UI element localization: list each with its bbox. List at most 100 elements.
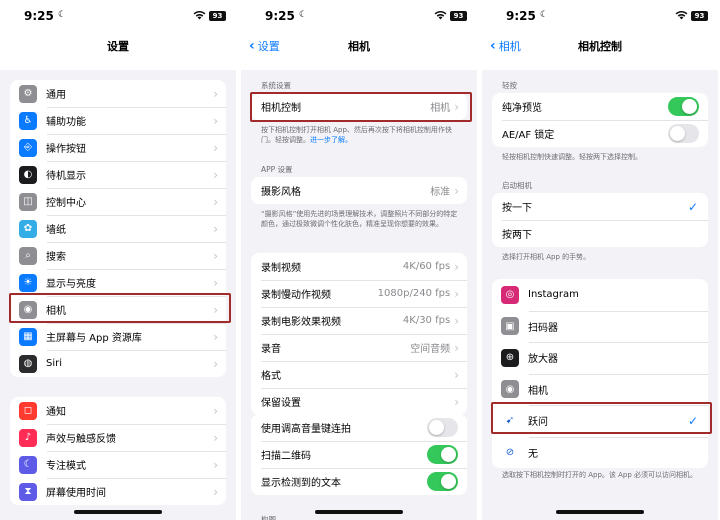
row-label: 按两下 (502, 230, 532, 241)
highlight-box-yuewen (491, 402, 712, 434)
accessibility-icon: ♿ (19, 111, 37, 130)
app-option-instagram[interactable]: ◎ Instagram (492, 279, 708, 311)
photo-style-footer: “摄影风格”使用先进的场景理解技术，调整照片不同部分的特定颜色，通过极致微调个性… (261, 210, 458, 228)
screen-time-icon: ⧗ (19, 482, 37, 501)
home-indicator (315, 510, 403, 514)
chevron-right-icon: › (213, 140, 218, 155)
tap-footer: 轻按相机控制快速调整。轻按两下选择控制。 (502, 153, 642, 161)
toggle-row: 使用调高音量键连拍 (251, 414, 467, 441)
chevron-right-icon: › (454, 394, 459, 409)
chevron-right-icon: › (213, 430, 218, 445)
section-header-system: 系统设置 (261, 81, 291, 90)
row-label: 声效与触感反馈 (46, 434, 116, 445)
wifi-icon (675, 10, 688, 20)
row-label: 控制中心 (46, 198, 86, 209)
magnifier-icon: ⊕ (501, 348, 519, 367)
row-label: 辅助功能 (46, 117, 86, 128)
settings-item-accessibility[interactable]: ♿ 辅助功能 › (10, 107, 226, 134)
chevron-right-icon: › (213, 221, 218, 236)
section-header-composition: 构图 (261, 515, 276, 520)
page-title: 设置 (107, 40, 129, 53)
chevron-right-icon: › (213, 248, 218, 263)
toggle-switch[interactable] (668, 97, 699, 116)
chevron-right-icon: › (213, 167, 218, 182)
footer-text: 按下相机控制打开相机 App、然后再次按下将相机控制用作快门。轻按调整。 (261, 126, 452, 144)
settings-item-gear[interactable]: ⚙ 通用 › (10, 80, 226, 107)
settings-item-control-center[interactable]: ◫ 控制中心 › (10, 188, 226, 215)
instagram-icon: ◎ (501, 285, 519, 304)
settings-item-siri[interactable]: ◍ Siri › (10, 350, 226, 377)
chevron-right-icon: › (454, 367, 459, 382)
camera-setting-row[interactable]: 录制视频 4K/60 fps › (251, 253, 467, 280)
row-label: 专注模式 (46, 461, 86, 472)
settings-item-wallpaper[interactable]: ✿ 墙纸 › (10, 215, 226, 242)
camera-setting-row[interactable]: 录制电影效果视频 4K/30 fps › (251, 307, 467, 334)
row-label: 屏幕使用时间 (46, 488, 106, 499)
focus-moon-icon: ☾ (19, 455, 37, 474)
row-label: 保留设置 (261, 398, 301, 409)
settings-item-brightness[interactable]: ☀ 显示与亮度 › (10, 269, 226, 296)
camera-control-footer: 按下相机控制打开相机 App、然后再次按下将相机控制用作快门。轻按调整。进一步了… (261, 125, 463, 145)
toggle-knob (429, 420, 444, 435)
sound-icon: ♪ (19, 428, 37, 447)
camera-setting-row[interactable]: 录音 空间音频 › (251, 334, 467, 361)
app-option-magnifier[interactable]: ⊕ 放大器 (492, 342, 708, 374)
learn-more-link[interactable]: 进一步了解。 (310, 136, 352, 144)
section-header-launch: 启动相机 (502, 181, 532, 190)
row-label: 摄影风格 (261, 187, 301, 198)
row-value: 4K/60 fps (402, 261, 451, 272)
settings-item-action-button[interactable]: ⎆ 操作按钮 › (10, 134, 226, 161)
status-time: 9:25 (24, 9, 54, 23)
chevron-right-icon: › (213, 403, 218, 418)
chevron-right-icon: › (213, 356, 218, 371)
tap-options-group: 纯净预览 AE/AF 锁定 (492, 93, 708, 147)
toggle-switch[interactable] (668, 124, 699, 143)
chevron-right-icon: › (213, 484, 218, 499)
row-label: 格式 (261, 371, 281, 382)
camera-setting-row[interactable]: 录制慢动作视频 1080p/240 fps › (251, 280, 467, 307)
row-label: 使用调高音量键连拍 (261, 424, 351, 435)
row-value: 空间音频 (410, 344, 451, 355)
app-option-qr-scanner[interactable]: ▣ 扫码器 (492, 310, 708, 343)
settings-item-notification[interactable]: ◻ 通知 › (10, 397, 226, 424)
toggle-switch[interactable] (427, 472, 458, 491)
settings-item-search[interactable]: ⌕ 搜索 › (10, 242, 226, 269)
toggle-switch[interactable] (427, 445, 458, 464)
focus-moon-icon: ☾ (299, 10, 308, 20)
settings-item-sound[interactable]: ♪ 声效与触感反馈 › (10, 424, 226, 451)
battery-indicator: 93 (209, 11, 226, 21)
launch-option-row[interactable]: 按一下 ✓ (492, 193, 708, 220)
battery-indicator: 93 (450, 11, 467, 21)
wifi-icon (434, 10, 447, 20)
page-title: 相机 (348, 40, 370, 53)
settings-item-standby[interactable]: ◐ 待机显示 › (10, 161, 226, 188)
wallpaper-icon: ✿ (19, 219, 37, 238)
camera-setting-row[interactable]: 格式 › (251, 361, 467, 388)
camera-control-screen: 9:25 ☾ 93 ‹ 相机 相机控制 轻按 纯净预览 AE/AF 锁定 轻按相机控… (482, 0, 718, 520)
chevron-right-icon: › (454, 286, 459, 301)
photo-style-row[interactable]: 摄影风格 标准 › (251, 177, 467, 204)
row-label: 墙纸 (46, 225, 66, 236)
section-header-app: APP 设置 (261, 165, 293, 174)
brightness-icon: ☀ (19, 273, 37, 292)
settings-group-2: ◻ 通知 › ♪ 声效与触感反馈 › ☾ 专注模式 › ⧗ 屏幕使用时间 › (10, 397, 226, 505)
qr-scanner-icon: ▣ (501, 317, 519, 336)
app-option-none[interactable]: ⊘ 无 (492, 436, 708, 469)
battery-indicator: 93 (691, 11, 708, 21)
toggle-row: 扫描二维码 (251, 441, 467, 468)
launch-option-row[interactable]: 按两下 (492, 220, 708, 247)
search-icon: ⌕ (19, 246, 37, 265)
focus-moon-icon: ☾ (58, 10, 67, 20)
toggle-row: 显示检测到的文本 (251, 468, 467, 495)
settings-item-focus-moon[interactable]: ☾ 专注模式 › (10, 451, 226, 478)
row-label: 录制电影效果视频 (261, 317, 341, 328)
status-time: 9:25 (506, 9, 536, 23)
settings-item-home-screen[interactable]: ▦ 主屏幕与 App 资源库 › (10, 323, 226, 350)
toggle-switch[interactable] (427, 418, 458, 437)
row-label: 显示与亮度 (46, 279, 96, 290)
settings-item-screen-time[interactable]: ⧗ 屏幕使用时间 › (10, 478, 226, 505)
highlight-box-camera (9, 293, 231, 323)
row-label: 操作按钮 (46, 144, 86, 155)
camera-setting-row[interactable]: 保留设置 › (251, 388, 467, 415)
app-option-camera[interactable]: ◉ 相机 (492, 373, 708, 406)
